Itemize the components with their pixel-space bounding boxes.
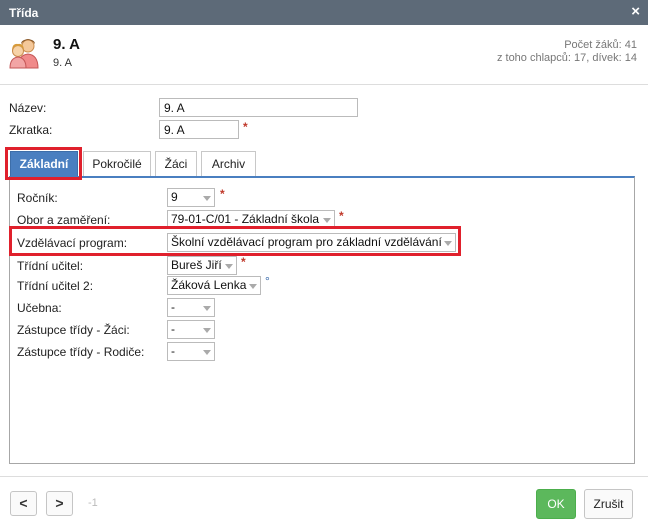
obor-label: Obor a zaměření: bbox=[17, 213, 111, 227]
required-mark: * bbox=[220, 187, 225, 201]
rocnik-value: 9 bbox=[171, 190, 178, 204]
next-button[interactable]: > bbox=[46, 491, 73, 516]
rocnik-select[interactable]: 9 bbox=[167, 188, 215, 207]
student-count: Počet žáků: 41 bbox=[564, 39, 637, 51]
class-header: 9. A 9. A Počet žáků: 41 z toho chlapců:… bbox=[0, 25, 648, 85]
tab-archiv[interactable]: Archiv bbox=[201, 151, 256, 177]
ucitel2-select[interactable]: Žáková Lenka bbox=[167, 276, 261, 295]
abbr-label: Zkratka: bbox=[9, 123, 53, 137]
program-label: Vzdělávací program: bbox=[17, 236, 128, 250]
tab-zaci[interactable]: Žáci bbox=[155, 151, 197, 177]
cancel-button[interactable]: Zrušit bbox=[584, 489, 633, 519]
ucitel2-value: Žáková Lenka bbox=[171, 278, 247, 292]
ok-button[interactable]: OK bbox=[536, 489, 576, 519]
zastupce-zaci-label: Zástupce třídy - Žáci: bbox=[17, 323, 130, 337]
obor-select[interactable]: 79-01-C/01 - Základní škola bbox=[167, 210, 335, 229]
required-mark: * bbox=[339, 209, 344, 223]
required-mark: * bbox=[241, 255, 246, 269]
optional-mark: ° bbox=[265, 274, 270, 288]
rocnik-label: Ročník: bbox=[17, 191, 58, 205]
record-counter: -1 bbox=[88, 497, 98, 509]
ucitel2-label: Třídní učitel 2: bbox=[17, 279, 94, 293]
chevron-down-icon bbox=[203, 196, 211, 201]
chevron-down-icon bbox=[203, 328, 211, 333]
chevron-down-icon bbox=[203, 350, 211, 355]
zastupce-rodice-label: Zástupce třídy - Rodiče: bbox=[17, 345, 145, 359]
ucebna-value: - bbox=[171, 300, 175, 314]
page-title: 9. A bbox=[53, 36, 80, 53]
tab-pokrocile[interactable]: Pokročilé bbox=[83, 151, 151, 177]
zastupce-rodice-select[interactable]: - bbox=[167, 342, 215, 361]
chevron-down-icon bbox=[323, 218, 331, 223]
student-stats: Počet žáků: 41 z toho chlapců: 17, dívek… bbox=[497, 39, 637, 65]
page-subtitle: 9. A bbox=[53, 57, 72, 69]
abbr-input[interactable] bbox=[159, 120, 239, 139]
name-label: Název: bbox=[9, 101, 47, 115]
tab-zakladni[interactable]: Základní bbox=[10, 151, 78, 177]
chevron-down-icon bbox=[444, 241, 452, 246]
prev-button[interactable]: < bbox=[10, 491, 37, 516]
students-group-icon bbox=[9, 39, 39, 69]
ucebna-select[interactable]: - bbox=[167, 298, 215, 317]
student-gender-count: z toho chlapců: 17, dívek: 14 bbox=[496, 52, 637, 64]
window-titlebar: Třída × bbox=[0, 0, 648, 25]
dialog-footer: < > -1 OK Zrušit bbox=[0, 476, 648, 530]
chevron-down-icon bbox=[203, 306, 211, 311]
name-input[interactable] bbox=[159, 98, 358, 117]
close-icon[interactable]: × bbox=[631, 4, 640, 19]
required-mark: * bbox=[243, 120, 248, 134]
obor-value: 79-01-C/01 - Základní škola bbox=[171, 212, 320, 226]
chevron-down-icon bbox=[249, 284, 257, 289]
ucitel-select[interactable]: Bureš Jiří bbox=[167, 256, 237, 275]
zastupce-zaci-select[interactable]: - bbox=[167, 320, 215, 339]
ucebna-label: Učebna: bbox=[17, 301, 62, 315]
window-title: Třída bbox=[9, 6, 39, 20]
ucitel-label: Třídní učitel: bbox=[17, 259, 84, 273]
program-select[interactable]: Školní vzdělávací program pro základní v… bbox=[167, 233, 456, 252]
ucitel-value: Bureš Jiří bbox=[171, 258, 222, 272]
zastupce-zaci-value: - bbox=[171, 322, 175, 336]
program-value: Školní vzdělávací program pro základní v… bbox=[171, 235, 442, 249]
zastupce-rodice-value: - bbox=[171, 344, 175, 358]
chevron-down-icon bbox=[225, 264, 233, 269]
